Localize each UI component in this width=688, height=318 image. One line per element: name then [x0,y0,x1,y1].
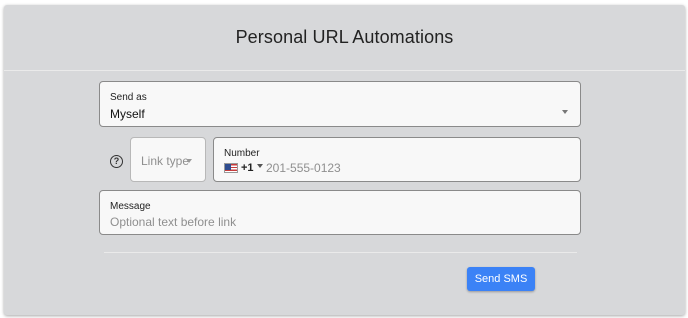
us-flag-icon[interactable] [224,163,238,173]
divider [104,252,577,253]
chevron-down-icon [186,159,192,163]
send-sms-button[interactable]: Send SMS [467,267,535,291]
card-header: Personal URL Automations [4,5,685,71]
number-placeholder: 201-555-0123 [266,161,341,175]
message-label: Message [110,201,151,212]
send-as-label: Send as [110,92,147,103]
message-placeholder: Optional text before link [110,215,237,229]
help-circle-icon[interactable]: ? [110,155,123,168]
link-type-select[interactable]: Link type [130,137,206,182]
chevron-down-icon [562,110,568,114]
number-field[interactable]: Number +1 201-555-0123 [213,137,581,182]
help-glyph: ? [113,156,120,166]
page-title: Personal URL Automations [235,27,454,47]
dial-code[interactable]: +1 [241,162,254,174]
send-as-value: Myself [110,107,145,121]
message-field[interactable]: Message Optional text before link [99,190,581,235]
link-type-placeholder: Link type [141,154,190,168]
number-label: Number [224,148,260,159]
chevron-down-icon[interactable] [257,164,263,168]
send-as-select[interactable]: Send as Myself [99,81,581,127]
